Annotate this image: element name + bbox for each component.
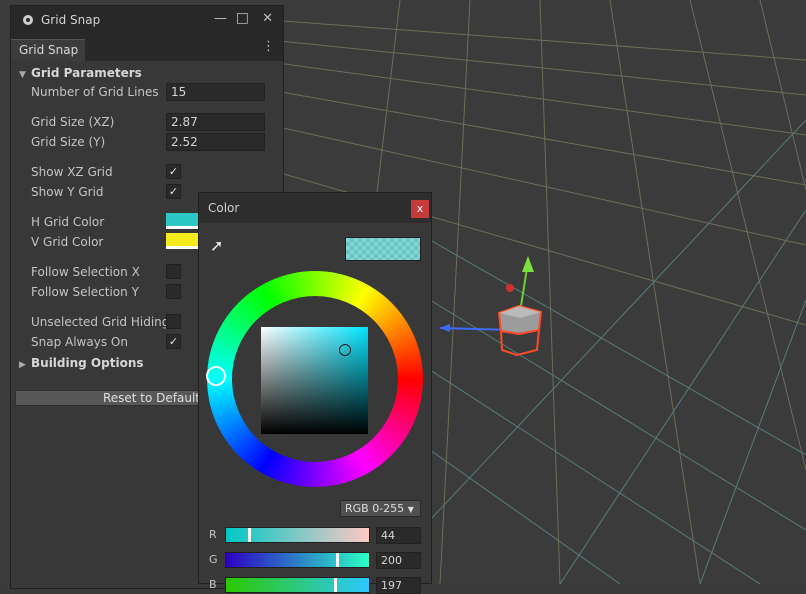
show-y-grid-label: Show Y Grid: [31, 185, 104, 199]
foldout-closed-icon: ▶: [19, 360, 26, 370]
show-y-grid-checkbox[interactable]: ✓: [166, 184, 181, 199]
v-grid-color-label: V Grid Color: [31, 235, 104, 249]
minimize-icon[interactable]: —: [214, 11, 227, 26]
g-slider[interactable]: [225, 552, 370, 568]
number-of-grid-lines-field[interactable]: 15: [166, 83, 265, 101]
channel-label: R: [209, 528, 217, 541]
grid-parameters-foldout[interactable]: ▼ Grid Parameters: [19, 64, 142, 82]
reset-to-default-button[interactable]: Reset to Default: [15, 390, 215, 406]
follow-selection-y-label: Follow Selection Y: [31, 285, 139, 299]
chevron-down-icon: ▼: [407, 505, 414, 514]
r-value-field[interactable]: 44: [376, 527, 421, 544]
color-picker-titlebar[interactable]: Color x: [199, 193, 431, 223]
eyedropper-icon[interactable]: ➚: [210, 236, 223, 255]
b-slider[interactable]: [225, 577, 370, 593]
foldout-open-icon: ▼: [19, 70, 26, 80]
unselected-grid-hiding-label: Unselected Grid Hiding: [31, 315, 170, 329]
grid-size-xz-field[interactable]: 2.87: [166, 113, 265, 131]
slider-thumb[interactable]: [334, 578, 338, 592]
color-picker-close-button[interactable]: x: [411, 200, 429, 218]
b-value-field[interactable]: 197: [376, 577, 421, 594]
grid-size-y-field[interactable]: 2.52: [166, 133, 265, 151]
snap-always-on-label: Snap Always On: [31, 335, 128, 349]
channel-label: G: [209, 553, 218, 566]
window-titlebar[interactable]: Grid Snap — □ ✕: [11, 6, 283, 33]
close-icon[interactable]: ✕: [262, 11, 273, 26]
grid-size-y-label: Grid Size (Y): [31, 135, 106, 149]
color-picker-title: Color: [208, 201, 240, 215]
window-title: Grid Snap: [41, 12, 101, 27]
check-icon: ✓: [168, 335, 179, 348]
follow-selection-y-checkbox[interactable]: [166, 284, 181, 299]
snap-always-on-checkbox[interactable]: ✓: [166, 334, 181, 349]
follow-selection-x-label: Follow Selection X: [31, 265, 140, 279]
kebab-menu-icon[interactable]: ⋮: [262, 39, 275, 54]
grid-size-xz-label: Grid Size (XZ): [31, 115, 115, 129]
number-of-grid-lines-label: Number of Grid Lines: [31, 85, 159, 99]
r-slider[interactable]: [225, 527, 370, 543]
building-options-label: Building Options: [31, 356, 144, 370]
follow-selection-x-checkbox[interactable]: [166, 264, 181, 279]
unselected-grid-hiding-checkbox[interactable]: [166, 314, 181, 329]
saturation-value-cursor[interactable]: [339, 344, 351, 356]
g-value-field[interactable]: 200: [376, 552, 421, 569]
unity-cog-icon: [23, 14, 33, 25]
saturation-value-square[interactable]: [261, 327, 368, 434]
h-grid-color-swatch[interactable]: [166, 213, 200, 229]
building-options-foldout[interactable]: ▶ Building Options: [19, 354, 144, 372]
show-xz-grid-label: Show XZ Grid: [31, 165, 113, 179]
channel-label: B: [209, 578, 217, 591]
h-grid-color-label: H Grid Color: [31, 215, 105, 229]
check-icon: ✓: [168, 165, 179, 178]
show-xz-grid-checkbox[interactable]: ✓: [166, 164, 181, 179]
v-grid-color-swatch[interactable]: [166, 233, 200, 249]
color-mode-label: RGB 0-255: [345, 502, 405, 515]
hue-wheel-cursor[interactable]: [206, 366, 226, 386]
color-preview: [345, 237, 421, 261]
slider-thumb[interactable]: [248, 528, 252, 542]
grid-parameters-label: Grid Parameters: [31, 66, 142, 80]
maximize-icon[interactable]: □: [236, 10, 249, 26]
check-icon: ✓: [168, 185, 179, 198]
slider-thumb[interactable]: [335, 553, 339, 567]
tab-grid-snap[interactable]: Grid Snap: [11, 39, 85, 61]
color-mode-dropdown[interactable]: RGB 0-255 ▼: [340, 500, 421, 517]
tab-row: Grid Snap ⋮: [11, 33, 283, 61]
color-picker-window: Color x ➚ RGB 0-255 ▼ R 44 G 200 B 197: [198, 192, 432, 594]
